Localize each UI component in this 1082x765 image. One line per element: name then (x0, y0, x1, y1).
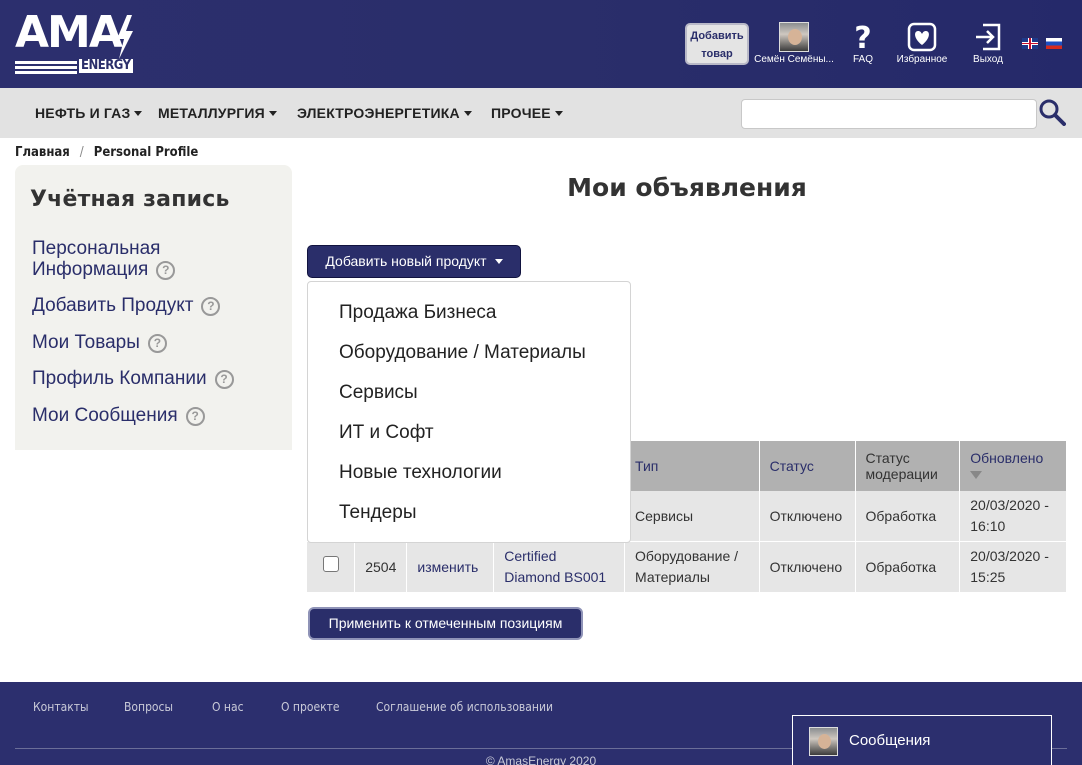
nav-label: ЭЛЕКТРОЭНЕРГЕТИКА (297, 105, 460, 121)
breadcrumb-home[interactable]: Главная (15, 145, 70, 160)
exit-icon (965, 20, 1011, 54)
help-icon[interactable]: ? (201, 297, 221, 316)
dropdown-item-equipment[interactable]: Оборудование / Материалы (339, 342, 586, 364)
help-icon[interactable]: ? (214, 370, 234, 389)
nav-power[interactable]: ЭЛЕКТРОЭНЕРГЕТИКА (297, 105, 472, 121)
row-status: Отключено (759, 491, 856, 542)
add-product-dropdown: Продажа Бизнеса Оборудование / Материалы… (307, 281, 631, 543)
top-header: AMA ENERGY Добавить товар Семён Семёны..… (0, 0, 1082, 88)
logo-subtext: ENERGY (79, 58, 133, 73)
chevron-down-icon (463, 111, 472, 116)
sidebar-item-my-messages[interactable]: Мои Сообщения? (32, 405, 205, 426)
add-product-label: Добавить новый продукт (325, 253, 487, 269)
row-moderation: Обработка (855, 541, 961, 593)
heart-icon (893, 20, 951, 54)
nav-other[interactable]: ПРОЧЕЕ (491, 105, 563, 121)
row-checkbox[interactable] (322, 556, 339, 572)
breadcrumb: Главная / Personal Profile (15, 145, 198, 160)
row-status: Отключено (759, 541, 856, 593)
add-goods-button[interactable]: Добавить товар (685, 23, 749, 65)
lightning-icon (117, 15, 133, 59)
svg-text:?: ? (854, 22, 871, 52)
search-icon[interactable] (1038, 98, 1066, 126)
row-checkbox-cell (307, 541, 356, 593)
ru-flag-icon[interactable] (1046, 38, 1062, 49)
exit-link[interactable]: Выход (965, 20, 1011, 65)
faq-link[interactable]: ? FAQ (848, 20, 878, 65)
sidebar-item-add-product[interactable]: Добавить Продукт? (32, 295, 221, 316)
nav-label: ПРОЧЕЕ (491, 105, 551, 121)
row-id: 2504 (354, 541, 408, 593)
sidebar-item-label: Мои Сообщения (32, 405, 178, 426)
footer-link-project[interactable]: О проекте (281, 700, 340, 714)
sidebar-item-label: Мои Товары (32, 332, 140, 353)
sidebar-item-label: Добавить Продукт (32, 295, 194, 316)
chevron-down-icon (134, 111, 143, 116)
main-nav: НЕФТЬ И ГАЗ МЕТАЛЛУРГИЯ ЭЛЕКТРОЭНЕРГЕТИК… (0, 88, 1082, 138)
sidebar-item-label: Персональная Информация (32, 238, 161, 280)
table-row: 2504 изменить Certified Diamond BS001 Об… (307, 541, 1067, 593)
dropdown-item-new-tech[interactable]: Новые технологии (339, 462, 502, 484)
row-updated: 20/03/2020 - 16:10 (959, 491, 1067, 542)
breadcrumb-current: Personal Profile (93, 145, 199, 160)
sidebar-item-my-goods[interactable]: Мои Товары? (32, 332, 167, 353)
avatar (779, 22, 809, 52)
dropdown-item-tenders[interactable]: Тендеры (339, 502, 416, 524)
sidebar-item-label: Профиль Компании (32, 368, 207, 389)
chevron-down-icon (268, 111, 277, 116)
footer-link-questions[interactable]: Вопросы (124, 700, 173, 714)
logo-text: AMA (15, 7, 123, 58)
question-icon: ? (848, 20, 878, 54)
favorites-link[interactable]: Избранное (893, 20, 951, 65)
nav-metallurgy[interactable]: МЕТАЛЛУРГИЯ (158, 105, 277, 121)
sidebar-item-personal-info[interactable]: Персональная Информация? (32, 238, 232, 280)
chevron-down-icon (494, 259, 503, 264)
row-type: Оборудование / Материалы (624, 541, 760, 593)
nav-oil-gas[interactable]: НЕФТЬ И ГАЗ (35, 105, 143, 121)
add-product-button[interactable]: Добавить новый продукт (307, 245, 521, 278)
footer-link-terms[interactable]: Соглашение об использовании (376, 700, 553, 714)
messages-label: Сообщения (849, 732, 931, 749)
messages-widget[interactable]: Сообщения (792, 715, 1052, 765)
help-icon[interactable]: ? (185, 407, 205, 426)
sort-desc-icon (970, 471, 983, 479)
logo-bars (15, 61, 77, 74)
row-edit-link[interactable]: изменить (406, 541, 495, 593)
header-type[interactable]: Тип (624, 441, 760, 491)
breadcrumb-separator: / (79, 145, 84, 160)
sidebar-title: Учётная запись (30, 187, 230, 212)
help-icon[interactable]: ? (147, 334, 167, 353)
apply-to-selected-button[interactable]: Применить к отмеченным позициям (308, 607, 583, 640)
user-name: Семён Семёны... (754, 54, 834, 65)
row-name-link[interactable]: Certified Diamond BS001 (493, 541, 626, 593)
footer-link-about[interactable]: О нас (212, 700, 244, 714)
row-moderation: Обработка (855, 491, 961, 542)
header-updated-label: Обновлено (970, 450, 1044, 466)
avatar (809, 727, 838, 756)
header-updated[interactable]: Обновлено (959, 441, 1067, 491)
sidebar-item-company-profile[interactable]: Профиль Компании? (32, 368, 234, 389)
favorites-label: Избранное (896, 54, 948, 65)
exit-label: Выход (973, 54, 1003, 65)
search-input[interactable] (741, 99, 1037, 129)
nav-label: МЕТАЛЛУРГИЯ (158, 105, 265, 121)
uk-flag-icon[interactable] (1022, 38, 1038, 49)
user-menu[interactable]: Семён Семёны... (752, 22, 836, 65)
header-status[interactable]: Статус (759, 441, 856, 491)
help-icon[interactable]: ? (156, 261, 176, 280)
dropdown-item-it-software[interactable]: ИТ и Софт (339, 422, 434, 444)
account-sidebar: Учётная запись Персональная Информация? … (15, 165, 292, 450)
dropdown-item-services[interactable]: Сервисы (339, 382, 418, 404)
row-updated: 20/03/2020 - 15:25 (959, 541, 1067, 593)
chevron-down-icon (554, 111, 563, 116)
page-title: Мои объявления (567, 173, 807, 202)
faq-label: FAQ (852, 54, 873, 65)
nav-label: НЕФТЬ И ГАЗ (35, 105, 131, 121)
header-moderation: Статус модерации (855, 441, 961, 491)
dropdown-item-business[interactable]: Продажа Бизнеса (339, 302, 497, 324)
footer-link-contacts[interactable]: Контакты (33, 700, 89, 714)
language-switcher (1022, 38, 1062, 49)
row-type: Сервисы (624, 491, 760, 542)
site-logo[interactable]: AMA ENERGY (15, 9, 135, 75)
